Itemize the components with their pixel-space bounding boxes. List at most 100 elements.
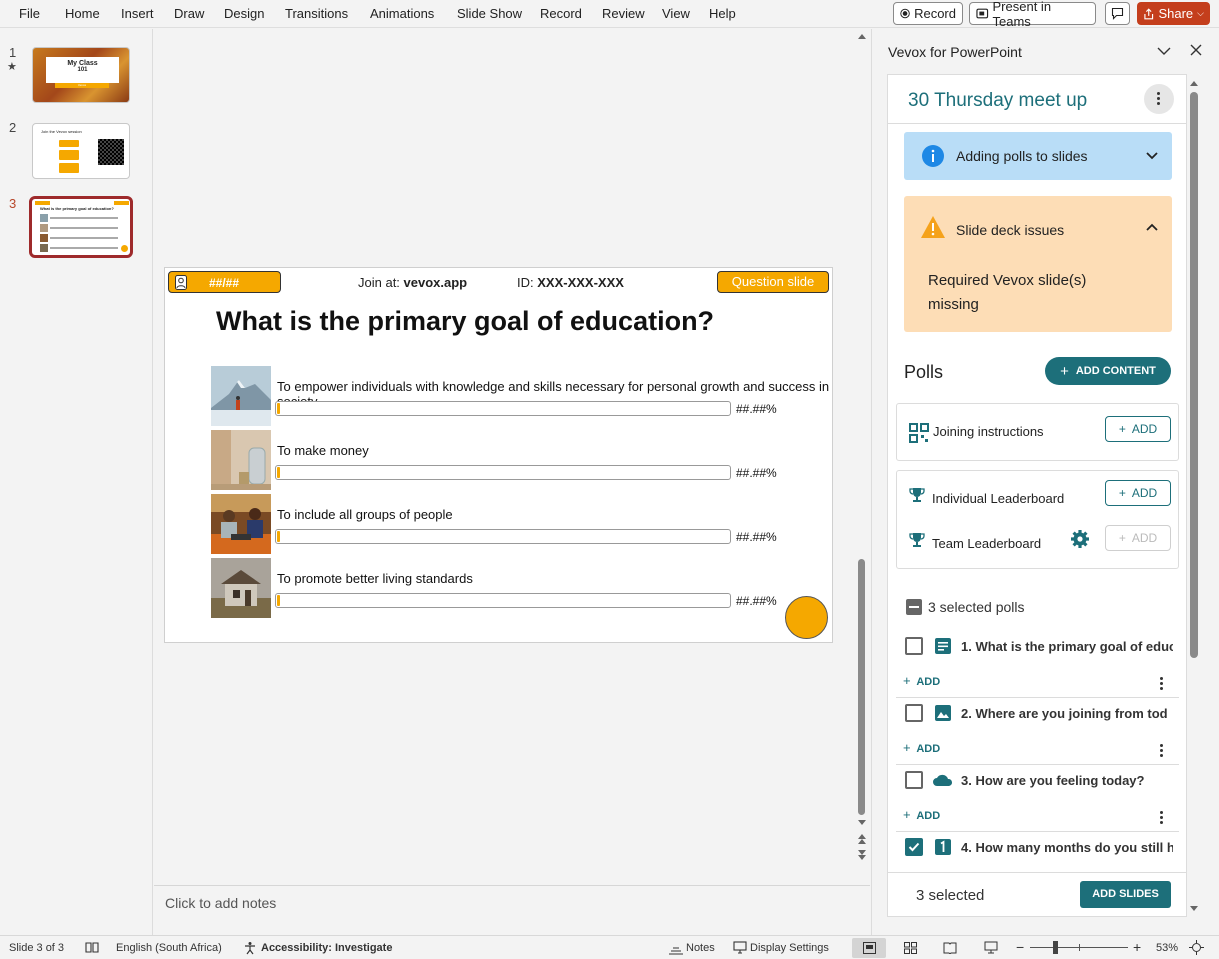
notes-toggle[interactable]: Notes — [686, 942, 715, 954]
chevron-down-icon[interactable] — [1157, 46, 1171, 56]
add-label: ADD — [1131, 486, 1158, 500]
deselect-all-checkbox[interactable] — [906, 599, 922, 615]
option-result-bar — [275, 465, 731, 480]
slide-show-icon[interactable] — [984, 941, 998, 954]
slide-counter[interactable]: Slide 3 of 3 — [9, 942, 64, 954]
session-header: 30 Thursday meet up — [888, 75, 1186, 124]
poll-add-link[interactable]: + ADD — [903, 807, 940, 822]
kebab-icon — [1157, 92, 1161, 106]
kebab-icon[interactable] — [1160, 744, 1164, 758]
menu-review[interactable]: Review — [602, 6, 645, 21]
notes-pane[interactable]: Click to add notes — [154, 885, 870, 935]
notes-icon[interactable] — [668, 941, 684, 955]
thumb-number-2: 2 — [9, 120, 17, 135]
session-menu-button[interactable] — [1144, 84, 1174, 114]
poll-checkbox[interactable] — [905, 771, 923, 789]
poll-add-link[interactable]: + ADD — [903, 740, 940, 755]
accessibility-icon[interactable] — [243, 941, 257, 955]
pane-scroll-up-icon[interactable] — [1189, 79, 1199, 87]
menu-file[interactable]: File — [19, 6, 40, 21]
menu-view[interactable]: View — [662, 6, 690, 21]
qr-code-icon — [98, 139, 124, 165]
present-in-teams-button[interactable]: Present in Teams — [969, 0, 1096, 29]
add-content-button[interactable]: + ADD CONTENT — [1045, 357, 1171, 385]
poll-checkbox[interactable] — [905, 704, 923, 722]
accessibility-status[interactable]: Accessibility: Investigate — [261, 942, 392, 954]
bar-fill — [277, 595, 280, 606]
menu-animations[interactable]: Animations — [370, 6, 434, 21]
kebab-icon[interactable] — [1160, 811, 1164, 825]
slide-thumbnail-1[interactable]: My Class 101 Vevox — [32, 47, 130, 103]
reading-view-icon[interactable] — [943, 942, 957, 954]
menu-record[interactable]: Record — [540, 6, 582, 21]
normal-view-button-active[interactable] — [852, 938, 886, 958]
poll-divider — [896, 764, 1179, 765]
next-slide-icon[interactable] — [857, 849, 867, 861]
thumb-3-bar — [50, 217, 118, 219]
record-button[interactable]: Record — [893, 2, 963, 25]
notes-placeholder[interactable]: Click to add notes — [165, 895, 276, 911]
question-title: What is the primary goal of education? — [216, 306, 715, 336]
menu-help[interactable]: Help — [709, 6, 736, 21]
zoom-in-icon[interactable]: + — [1133, 939, 1141, 955]
gear-icon[interactable] — [1070, 529, 1090, 549]
menu-draw[interactable]: Draw — [174, 6, 204, 21]
footer-selected-count: 3 selected — [916, 887, 985, 904]
poll-title[interactable]: 2. Where are you joining from tod — [961, 706, 1173, 721]
poll-checkbox[interactable] — [905, 637, 923, 655]
spell-check-icon[interactable] — [85, 941, 99, 954]
share-button[interactable]: Share ⌵ — [1137, 2, 1210, 25]
trophy-icon — [909, 488, 925, 502]
add-slides-button[interactable]: ADD SLIDES — [1080, 881, 1171, 908]
display-settings-icon[interactable] — [733, 941, 747, 954]
session-id: ID: XXX-XXX-XXX — [517, 275, 624, 290]
display-settings[interactable]: Display Settings — [750, 942, 829, 954]
menu-design[interactable]: Design — [224, 6, 264, 21]
zoom-out-icon[interactable]: − — [1016, 939, 1024, 955]
option-result-bar — [275, 401, 731, 416]
poll-add-link[interactable]: + ADD — [903, 673, 940, 688]
poll-divider — [896, 831, 1179, 832]
slide-canvas[interactable]: ##/## Join at: vevox.app ID: XXX-XXX-XXX… — [164, 267, 833, 643]
kebab-icon[interactable] — [1160, 677, 1164, 691]
zoom-slider-thumb[interactable] — [1053, 941, 1058, 954]
poll-divider — [896, 697, 1179, 698]
warning-icon — [921, 216, 945, 238]
close-icon[interactable] — [1190, 44, 1202, 56]
selected-polls-count: 3 selected polls — [928, 599, 1025, 615]
menu-transitions[interactable]: Transitions — [285, 6, 348, 21]
timer-circle — [785, 596, 828, 639]
chevron-up-icon[interactable] — [1146, 223, 1158, 231]
poll-checkbox-checked[interactable] — [905, 838, 923, 856]
pane-scroll-thumb[interactable] — [1190, 92, 1198, 658]
scroll-down-icon[interactable] — [857, 819, 867, 827]
add-individual-leaderboard-button[interactable]: + ADD — [1105, 480, 1171, 506]
fit-to-window-icon[interactable] — [1189, 940, 1204, 955]
add-joining-button[interactable]: + ADD — [1105, 416, 1171, 442]
menu-slide-show[interactable]: Slide Show — [457, 6, 522, 21]
zoom-level[interactable]: 53% — [1156, 942, 1178, 954]
thumb-2-block — [59, 150, 79, 160]
team-leaderboard-label: Team Leaderboard — [932, 536, 1042, 551]
language-label[interactable]: English (South Africa) — [116, 942, 222, 954]
add-team-leaderboard-button-disabled[interactable]: + ADD — [1105, 525, 1171, 551]
warning-body: Required Vevox slide(s) missing — [928, 272, 1087, 313]
slide-sorter-icon[interactable] — [904, 942, 917, 954]
menu-home[interactable]: Home — [65, 6, 100, 21]
comments-button[interactable] — [1105, 2, 1130, 25]
info-banner[interactable]: Adding polls to slides — [904, 132, 1172, 180]
menu-insert[interactable]: Insert — [121, 6, 154, 21]
slide-thumbnail-2[interactable]: Join the Vevox session — [32, 123, 130, 179]
previous-slide-icon[interactable] — [857, 833, 867, 845]
poll-title[interactable]: 3. How are you feeling today? — [961, 773, 1173, 788]
chevron-down-icon[interactable] — [1146, 152, 1158, 160]
share-chevron-icon[interactable]: ⌵ — [1197, 8, 1204, 19]
editor-scrollbar[interactable] — [855, 29, 869, 885]
plus-icon: + — [903, 807, 911, 822]
scroll-thumb[interactable] — [858, 559, 865, 815]
poll-title[interactable]: 4. How many months do you still h — [961, 840, 1173, 855]
poll-title[interactable]: 1. What is the primary goal of educ — [961, 639, 1173, 654]
pane-scroll-down-icon[interactable] — [1189, 905, 1199, 913]
slide-thumbnail-3-selected[interactable]: What is the primary goal of education? — [29, 196, 133, 258]
scroll-up-icon[interactable] — [857, 32, 867, 40]
